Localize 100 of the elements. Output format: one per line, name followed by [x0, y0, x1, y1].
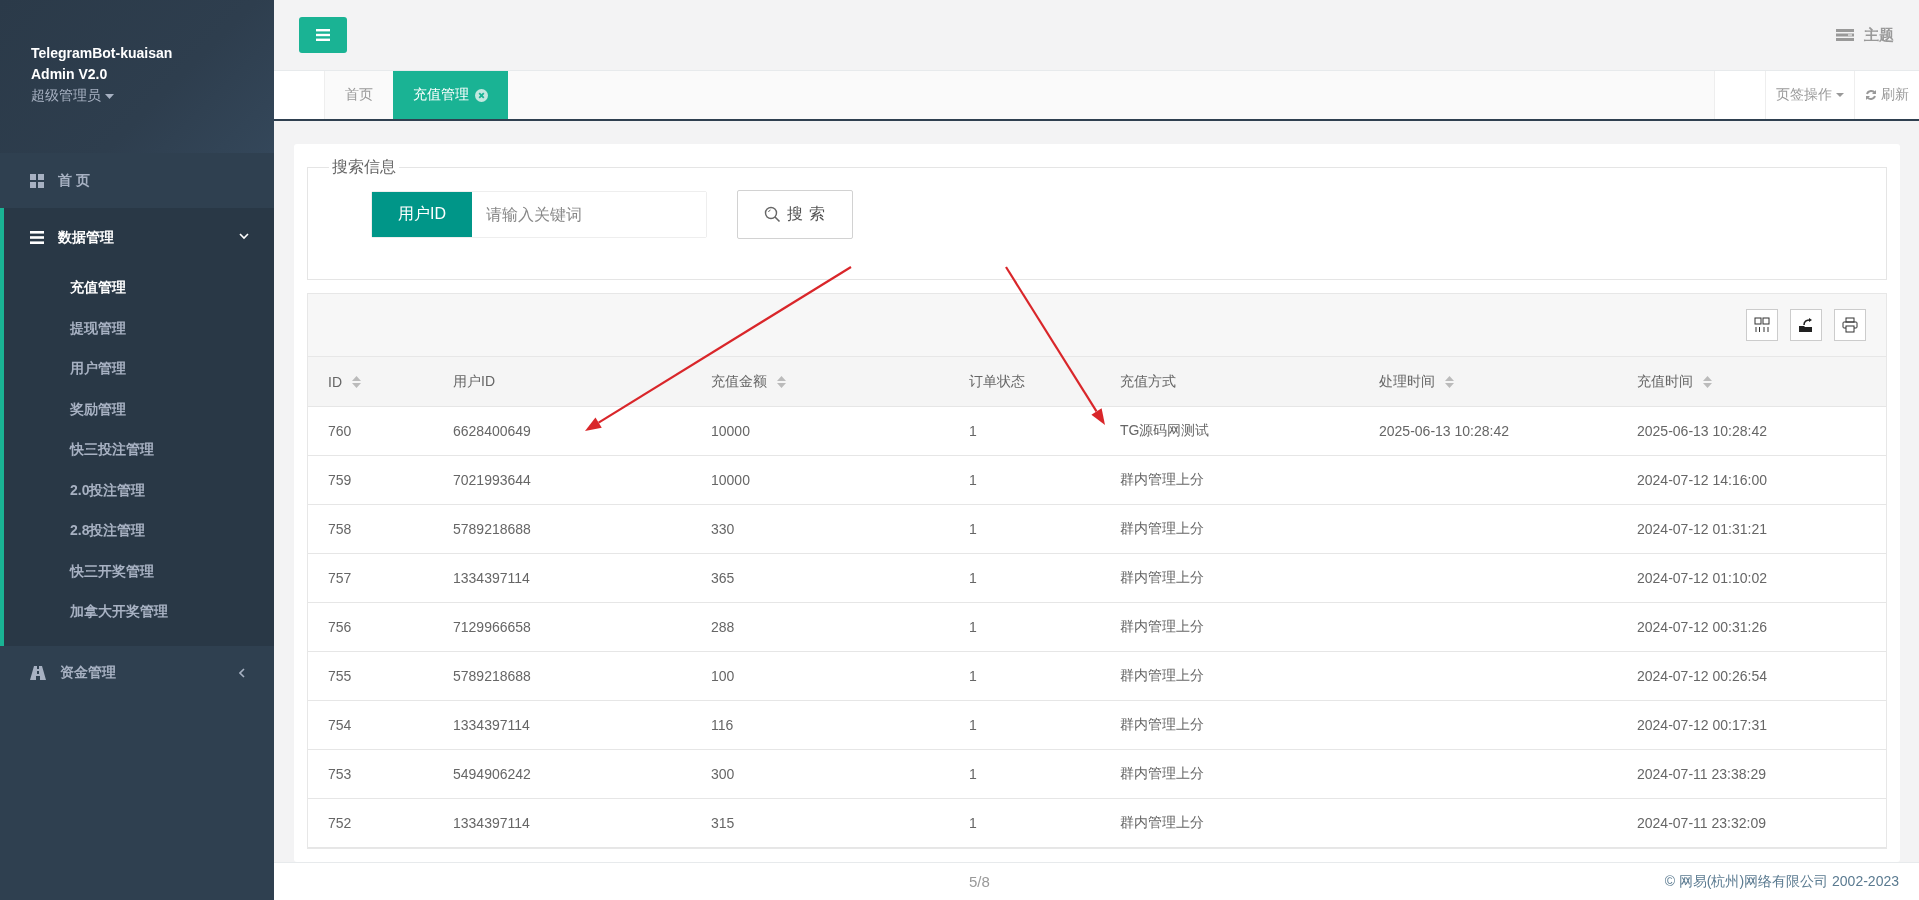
brand-title: TelegramBot-kuaisan — [31, 44, 173, 63]
table-cell: 758 — [328, 521, 352, 537]
table-cell: 2024-07-12 01:31:21 — [1637, 521, 1767, 537]
table-cell: 群内管理上分 — [1120, 667, 1204, 683]
table-cell: 群内管理上分 — [1120, 618, 1204, 634]
submenu-item[interactable]: 快三投注管理 — [4, 429, 154, 470]
column-header[interactable]: ID — [328, 373, 361, 390]
sort-icon[interactable] — [1703, 375, 1712, 388]
table-cell: 群内管理上分 — [1120, 765, 1204, 781]
table-cell: 755 — [328, 668, 352, 684]
table-cell: 330 — [711, 521, 735, 537]
search-legend: 搜索信息 — [329, 157, 399, 178]
table-cell: 2024-07-12 00:17:31 — [1637, 717, 1767, 733]
table-cell: 10000 — [711, 472, 750, 488]
tab-actions-dropdown[interactable]: 页签操作 — [1765, 71, 1854, 119]
submenu-item[interactable]: 加拿大开奖管理 — [4, 591, 168, 632]
table-cell: 2024-07-12 00:31:26 — [1637, 619, 1767, 635]
refresh-icon — [1865, 89, 1877, 101]
sidebar-item[interactable]: 数据管理 — [4, 208, 274, 267]
table-cell: 2024-07-11 23:38:29 — [1637, 766, 1766, 782]
table-cell: 1 — [969, 668, 977, 684]
table-cell: 315 — [711, 815, 735, 831]
table-cell: 5789218688 — [453, 668, 531, 684]
table-cell: 6628400649 — [453, 423, 531, 439]
table-cell: 1 — [969, 570, 977, 586]
submenu-item[interactable]: 快三开奖管理 — [4, 550, 154, 591]
print-button[interactable] — [1834, 309, 1866, 341]
column-header[interactable]: 充值时间 — [1637, 372, 1712, 391]
table-cell: 5494906242 — [453, 766, 531, 782]
table-cell: 754 — [328, 717, 352, 733]
page-tab[interactable]: 首页 — [325, 71, 393, 119]
table-cell: 116 — [711, 717, 734, 733]
table-cell: 2024-07-11 23:32:09 — [1637, 815, 1766, 831]
sort-icon[interactable] — [1445, 375, 1454, 388]
submenu-item[interactable]: 奖励管理 — [4, 388, 126, 429]
sidebar-item[interactable]: 首 页 — [0, 153, 274, 208]
table-cell: 756 — [328, 619, 352, 635]
close-icon[interactable] — [475, 88, 488, 102]
table-cell: 365 — [711, 570, 735, 586]
brand-title: Admin V2.0 — [31, 65, 108, 84]
road-icon — [30, 666, 46, 680]
caret-icon — [105, 93, 114, 99]
search-icon — [763, 206, 781, 223]
table-cell: 1334397114 — [453, 570, 530, 586]
menu-button[interactable] — [299, 17, 347, 53]
table-cell: 1 — [969, 472, 977, 488]
table-cell: 10000 — [711, 423, 750, 439]
printer-icon — [1842, 317, 1858, 333]
bars-icon — [30, 231, 44, 244]
theme-icon[interactable] — [1836, 29, 1854, 41]
role-dropdown[interactable]: 超级管理员 — [31, 87, 114, 105]
submenu-item[interactable]: 2.0投注管理 — [4, 469, 146, 510]
columns-button[interactable] — [1746, 309, 1778, 341]
table-cell: 5789218688 — [453, 521, 531, 537]
table-cell: 1 — [969, 521, 977, 537]
submenu-item[interactable]: 提现管理 — [4, 307, 126, 348]
table-cell: TG源码网测试 — [1120, 422, 1210, 438]
submenu-item[interactable]: 用户管理 — [4, 348, 126, 389]
sidebar-item[interactable]: 资金管理 — [0, 645, 274, 701]
sort-icon[interactable] — [777, 375, 786, 388]
table-cell: 1 — [969, 619, 977, 635]
table-cell: 群内管理上分 — [1120, 569, 1204, 585]
export-button[interactable] — [1790, 309, 1822, 341]
menu-icon — [316, 29, 330, 41]
table-cell: 群内管理上分 — [1120, 471, 1204, 487]
table-cell: 2024-07-12 01:10:02 — [1637, 570, 1767, 586]
table-cell: 760 — [328, 423, 352, 439]
table-cell: 2024-07-12 14:16:00 — [1637, 472, 1767, 488]
search-button[interactable]: 搜 索 — [737, 190, 853, 239]
search-field[interactable]: 用户ID 请输入关键词 — [371, 191, 707, 238]
submenu-item[interactable]: 2.8投注管理 — [4, 510, 146, 551]
table-cell: 群内管理上分 — [1120, 814, 1204, 830]
refresh-button[interactable]: 刷新 — [1854, 71, 1919, 119]
table-cell: 1 — [969, 766, 977, 782]
table-cell: 2025-06-13 10:28:42 — [1637, 423, 1767, 439]
caret-icon — [1836, 93, 1844, 97]
table-cell: 288 — [711, 619, 735, 635]
export-icon — [1798, 317, 1814, 333]
table-cell: 1 — [969, 815, 977, 831]
submenu-item[interactable]: 充值管理 — [4, 267, 126, 308]
columns-icon — [1754, 317, 1770, 333]
grid-icon — [30, 173, 44, 188]
column-header[interactable]: 处理时间 — [1379, 372, 1454, 391]
table-cell: 7021993644 — [453, 472, 531, 488]
table-cell: 群内管理上分 — [1120, 520, 1204, 536]
page-indicator: 5/8 — [967, 873, 991, 890]
table-cell: 2024-07-12 00:26:54 — [1637, 668, 1767, 684]
copyright-text: © 网易(杭州)网络有限公司 2002-2023 — [1664, 872, 1899, 891]
column-header: 订单状态 — [969, 372, 1025, 391]
table-cell: 1 — [969, 717, 977, 733]
table-cell: 2025-06-13 10:28:42 — [1379, 423, 1509, 439]
column-header[interactable]: 充值金额 — [711, 372, 786, 391]
column-header: 充值方式 — [1120, 372, 1176, 391]
sort-icon[interactable] — [352, 375, 361, 388]
table-cell: 757 — [328, 570, 352, 586]
table-cell: 300 — [711, 766, 735, 782]
column-header: 用户ID — [453, 372, 495, 391]
table-cell: 759 — [328, 472, 352, 488]
table-cell: 1 — [969, 423, 977, 439]
table-cell: 1334397114 — [453, 815, 530, 831]
